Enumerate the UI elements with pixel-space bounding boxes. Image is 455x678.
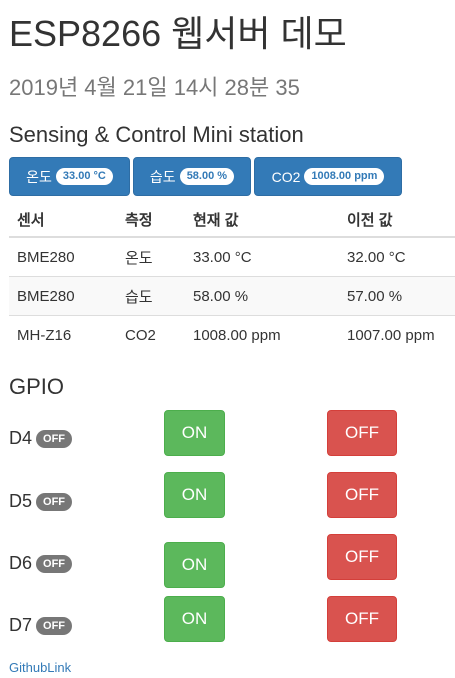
d4-on-button[interactable]: ON xyxy=(164,410,225,456)
table-cell: CO2 xyxy=(117,315,185,354)
pin-state-badge: OFF xyxy=(36,429,73,448)
gpio-pin-d5: D5 OFF xyxy=(9,491,73,512)
d4-off-button[interactable]: OFF xyxy=(327,410,397,456)
table-cell: BME280 xyxy=(9,236,117,277)
table-cell: 습도 xyxy=(117,276,185,316)
column-header-sensor: 센서 xyxy=(9,202,117,238)
station-title: Sensing & Control Mini station xyxy=(9,122,304,147)
d7-off-button[interactable]: OFF xyxy=(327,596,397,642)
pin-name: D4 xyxy=(9,428,33,448)
humidity-button-label: 습도 xyxy=(149,168,176,185)
temperature-button-label: 온도 xyxy=(26,168,52,185)
column-header-measure: 측정 xyxy=(117,202,185,238)
temperature-button[interactable]: 온도 33.00 °C xyxy=(9,157,130,196)
pin-state-badge: OFF xyxy=(36,616,73,635)
humidity-button[interactable]: 습도 58.00 % xyxy=(133,157,251,196)
page-title: ESP8266 웹서버 데모 xyxy=(9,13,347,54)
table-row: BME280 습도 58.00 % 57.00 % xyxy=(9,276,455,316)
d6-off-button[interactable]: OFF xyxy=(327,534,397,580)
gpio-pin-d7: D7 OFF xyxy=(9,615,73,636)
pin-state-badge: OFF xyxy=(36,492,73,511)
co2-badge: 1008.00 ppm xyxy=(304,168,385,185)
datetime-subtitle: 2019년 4월 21일 14시 28분 35 xyxy=(9,75,300,100)
pin-name: D5 xyxy=(9,491,33,511)
co2-button[interactable]: CO2 1008.00 ppm xyxy=(254,157,402,196)
co2-button-label: CO2 xyxy=(271,168,301,185)
gpio-pin-d4: D4 OFF xyxy=(9,428,73,449)
table-cell: MH-Z16 xyxy=(9,315,117,354)
d6-on-button[interactable]: ON xyxy=(164,542,225,588)
d7-on-button[interactable]: ON xyxy=(164,596,225,642)
column-header-current: 현재 값 xyxy=(185,202,339,238)
github-link[interactable]: GithubLink xyxy=(9,660,71,675)
table-cell: 33.00 °C xyxy=(185,236,339,277)
sensor-table: 센서 측정 현재 값 이전 값 BME280 온도 33.00 °C 32.00… xyxy=(9,202,455,354)
d5-off-button[interactable]: OFF xyxy=(327,472,397,518)
table-cell: 57.00 % xyxy=(339,276,455,316)
table-row: MH-Z16 CO2 1008.00 ppm 1007.00 ppm xyxy=(9,315,455,354)
table-cell: 온도 xyxy=(117,236,185,277)
humidity-badge: 58.00 % xyxy=(179,168,235,185)
table-cell: 32.00 °C xyxy=(339,236,455,277)
table-cell: 1007.00 ppm xyxy=(339,315,455,354)
column-header-previous: 이전 값 xyxy=(339,202,455,238)
gpio-pin-d6: D6 OFF xyxy=(9,553,73,574)
pin-name: D7 xyxy=(9,615,33,635)
gpio-title: GPIO xyxy=(9,374,65,399)
temperature-badge: 33.00 °C xyxy=(55,168,113,185)
d5-on-button[interactable]: ON xyxy=(164,472,225,518)
table-cell: 58.00 % xyxy=(185,276,339,316)
pin-state-badge: OFF xyxy=(36,554,73,573)
table-cell: BME280 xyxy=(9,276,117,316)
table-header-row: 센서 측정 현재 값 이전 값 xyxy=(9,202,455,238)
pin-name: D6 xyxy=(9,553,33,573)
table-cell: 1008.00 ppm xyxy=(185,315,339,354)
table-row: BME280 온도 33.00 °C 32.00 °C xyxy=(9,236,455,277)
